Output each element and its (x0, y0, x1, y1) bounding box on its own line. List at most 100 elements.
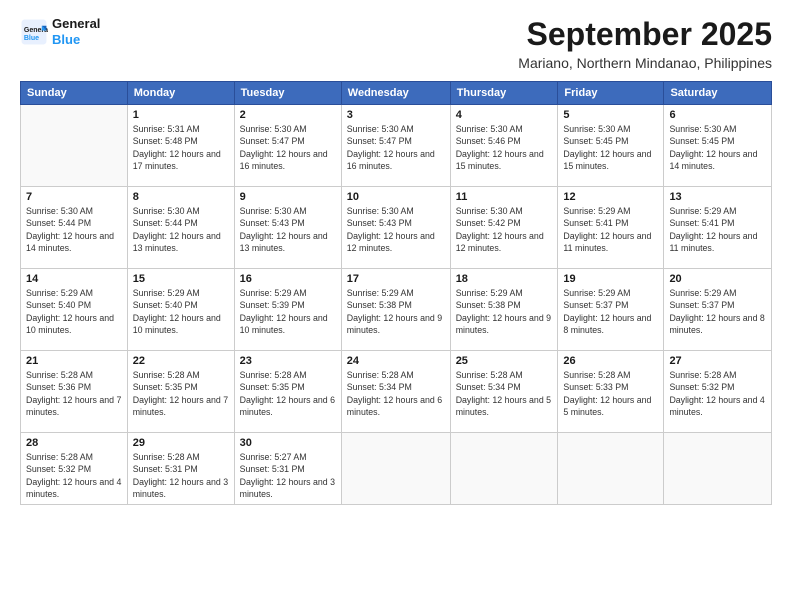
logo-text: General Blue (52, 16, 100, 47)
table-row: 11Sunrise: 5:30 AMSunset: 5:42 PMDayligh… (450, 187, 558, 269)
table-row: 26Sunrise: 5:28 AMSunset: 5:33 PMDayligh… (558, 351, 664, 433)
logo-line2: Blue (52, 32, 100, 48)
table-row: 16 Sunrise: 5:29 AMSunset: 5:39 PMDayligh… (234, 269, 341, 351)
table-row: 1 Sunrise: 5:31 AMSunset: 5:48 PMDaylight… (127, 105, 234, 187)
day-number: 10 (347, 191, 445, 203)
day-info: Sunrise: 5:29 AMSunset: 5:40 PMDaylight:… (133, 287, 229, 336)
table-row: 18Sunrise: 5:29 AMSunset: 5:38 PMDayligh… (450, 269, 558, 351)
table-row: 20 Sunrise: 5:29 AMSunset: 5:37 PMDayligh… (664, 269, 772, 351)
col-saturday: Saturday (664, 82, 772, 105)
calendar-body: 1 Sunrise: 5:31 AMSunset: 5:48 PMDaylight… (21, 105, 772, 505)
day-number: 25 (456, 355, 553, 367)
logo-icon: General Blue (20, 18, 48, 46)
day-info: Sunrise: 5:29 AMSunset: 5:38 PMDaylight:… (347, 287, 445, 336)
table-row: 21 Sunrise: 5:28 AMSunset: 5:36 PMDayligh… (21, 351, 128, 433)
day-info: Sunrise: 5:28 AMSunset: 5:31 PMDaylight:… (133, 451, 229, 500)
day-number: 8 (133, 191, 229, 203)
day-number: 18 (456, 273, 553, 285)
col-tuesday: Tuesday (234, 82, 341, 105)
day-number: 16 (240, 273, 336, 285)
day-info: Sunrise: 5:30 AMSunset: 5:43 PMDaylight:… (240, 205, 336, 254)
day-info: Sunrise: 5:27 AMSunset: 5:31 PMDaylight:… (240, 451, 336, 500)
day-info: Sunrise: 5:30 AMSunset: 5:47 PMDaylight:… (347, 123, 445, 172)
day-info: Sunrise: 5:30 AMSunset: 5:46 PMDaylight:… (456, 123, 553, 172)
day-number: 9 (240, 191, 336, 203)
day-info: Sunrise: 5:28 AMSunset: 5:32 PMDaylight:… (669, 369, 766, 418)
table-row: 7 Sunrise: 5:30 AMSunset: 5:44 PMDaylight… (21, 187, 128, 269)
day-number: 5 (563, 109, 658, 121)
day-number: 24 (347, 355, 445, 367)
day-info: Sunrise: 5:31 AMSunset: 5:48 PMDaylight:… (133, 123, 229, 172)
day-info: Sunrise: 5:29 AMSunset: 5:41 PMDaylight:… (563, 205, 658, 254)
day-info: Sunrise: 5:28 AMSunset: 5:32 PMDaylight:… (26, 451, 122, 500)
table-row (21, 105, 128, 187)
col-wednesday: Wednesday (341, 82, 450, 105)
header-row-days: Sunday Monday Tuesday Wednesday Thursday… (21, 82, 772, 105)
table-row: 27 Sunrise: 5:28 AMSunset: 5:32 PMDayligh… (664, 351, 772, 433)
table-row (664, 433, 772, 505)
day-info: Sunrise: 5:28 AMSunset: 5:33 PMDaylight:… (563, 369, 658, 418)
table-row: 30 Sunrise: 5:27 AMSunset: 5:31 PMDayligh… (234, 433, 341, 505)
table-row (558, 433, 664, 505)
day-info: Sunrise: 5:30 AMSunset: 5:43 PMDaylight:… (347, 205, 445, 254)
day-number: 15 (133, 273, 229, 285)
calendar-table: Sunday Monday Tuesday Wednesday Thursday… (20, 81, 772, 505)
day-number: 11 (456, 191, 553, 203)
table-row: 8 Sunrise: 5:30 AMSunset: 5:44 PMDaylight… (127, 187, 234, 269)
col-monday: Monday (127, 82, 234, 105)
day-number: 30 (240, 437, 336, 449)
day-info: Sunrise: 5:29 AMSunset: 5:37 PMDaylight:… (669, 287, 766, 336)
main-container: General Blue General Blue September 2025… (0, 0, 792, 515)
col-thursday: Thursday (450, 82, 558, 105)
table-row: 15 Sunrise: 5:29 AMSunset: 5:40 PMDayligh… (127, 269, 234, 351)
table-row: 6 Sunrise: 5:30 AMSunset: 5:45 PMDaylight… (664, 105, 772, 187)
table-row (341, 433, 450, 505)
table-row: 29Sunrise: 5:28 AMSunset: 5:31 PMDayligh… (127, 433, 234, 505)
month-title: September 2025 (518, 16, 772, 53)
table-row: 10 Sunrise: 5:30 AMSunset: 5:43 PMDayligh… (341, 187, 450, 269)
day-number: 1 (133, 109, 229, 121)
title-block: September 2025 Mariano, Northern Mindana… (518, 16, 772, 71)
day-info: Sunrise: 5:28 AMSunset: 5:34 PMDaylight:… (347, 369, 445, 418)
table-row: 24 Sunrise: 5:28 AMSunset: 5:34 PMDayligh… (341, 351, 450, 433)
day-number: 13 (669, 191, 766, 203)
day-info: Sunrise: 5:29 AMSunset: 5:39 PMDaylight:… (240, 287, 336, 336)
day-info: Sunrise: 5:30 AMSunset: 5:44 PMDaylight:… (26, 205, 122, 254)
table-row: 9 Sunrise: 5:30 AMSunset: 5:43 PMDaylight… (234, 187, 341, 269)
day-number: 28 (26, 437, 122, 449)
day-number: 6 (669, 109, 766, 121)
svg-text:Blue: Blue (24, 34, 39, 41)
table-row: 17Sunrise: 5:29 AMSunset: 5:38 PMDayligh… (341, 269, 450, 351)
table-row: 5Sunrise: 5:30 AMSunset: 5:45 PMDaylight… (558, 105, 664, 187)
logo: General Blue General Blue (20, 16, 100, 47)
table-row: 22Sunrise: 5:28 AMSunset: 5:35 PMDayligh… (127, 351, 234, 433)
day-number: 12 (563, 191, 658, 203)
day-number: 21 (26, 355, 122, 367)
location-title: Mariano, Northern Mindanao, Philippines (518, 55, 772, 71)
table-row: 19Sunrise: 5:29 AMSunset: 5:37 PMDayligh… (558, 269, 664, 351)
table-row (450, 433, 558, 505)
day-info: Sunrise: 5:30 AMSunset: 5:44 PMDaylight:… (133, 205, 229, 254)
day-info: Sunrise: 5:29 AMSunset: 5:41 PMDaylight:… (669, 205, 766, 254)
day-info: Sunrise: 5:30 AMSunset: 5:45 PMDaylight:… (669, 123, 766, 172)
day-number: 7 (26, 191, 122, 203)
day-number: 27 (669, 355, 766, 367)
table-row: 13 Sunrise: 5:29 AMSunset: 5:41 PMDayligh… (664, 187, 772, 269)
day-info: Sunrise: 5:28 AMSunset: 5:36 PMDaylight:… (26, 369, 122, 418)
header-row: General Blue General Blue September 2025… (20, 16, 772, 71)
table-row: 14Sunrise: 5:29 AMSunset: 5:40 PMDayligh… (21, 269, 128, 351)
table-row: 25 Sunrise: 5:28 AMSunset: 5:34 PMDayligh… (450, 351, 558, 433)
day-info: Sunrise: 5:28 AMSunset: 5:35 PMDaylight:… (133, 369, 229, 418)
day-number: 20 (669, 273, 766, 285)
day-info: Sunrise: 5:28 AMSunset: 5:35 PMDaylight:… (240, 369, 336, 418)
table-row: 28 Sunrise: 5:28 AMSunset: 5:32 PMDayligh… (21, 433, 128, 505)
table-row: 23Sunrise: 5:28 AMSunset: 5:35 PMDayligh… (234, 351, 341, 433)
col-friday: Friday (558, 82, 664, 105)
day-number: 3 (347, 109, 445, 121)
table-row: 2Sunrise: 5:30 AMSunset: 5:47 PMDaylight… (234, 105, 341, 187)
table-row: 4Sunrise: 5:30 AMSunset: 5:46 PMDaylight… (450, 105, 558, 187)
day-info: Sunrise: 5:28 AMSunset: 5:34 PMDaylight:… (456, 369, 553, 418)
col-sunday: Sunday (21, 82, 128, 105)
day-number: 14 (26, 273, 122, 285)
logo-line1: General (52, 16, 100, 32)
